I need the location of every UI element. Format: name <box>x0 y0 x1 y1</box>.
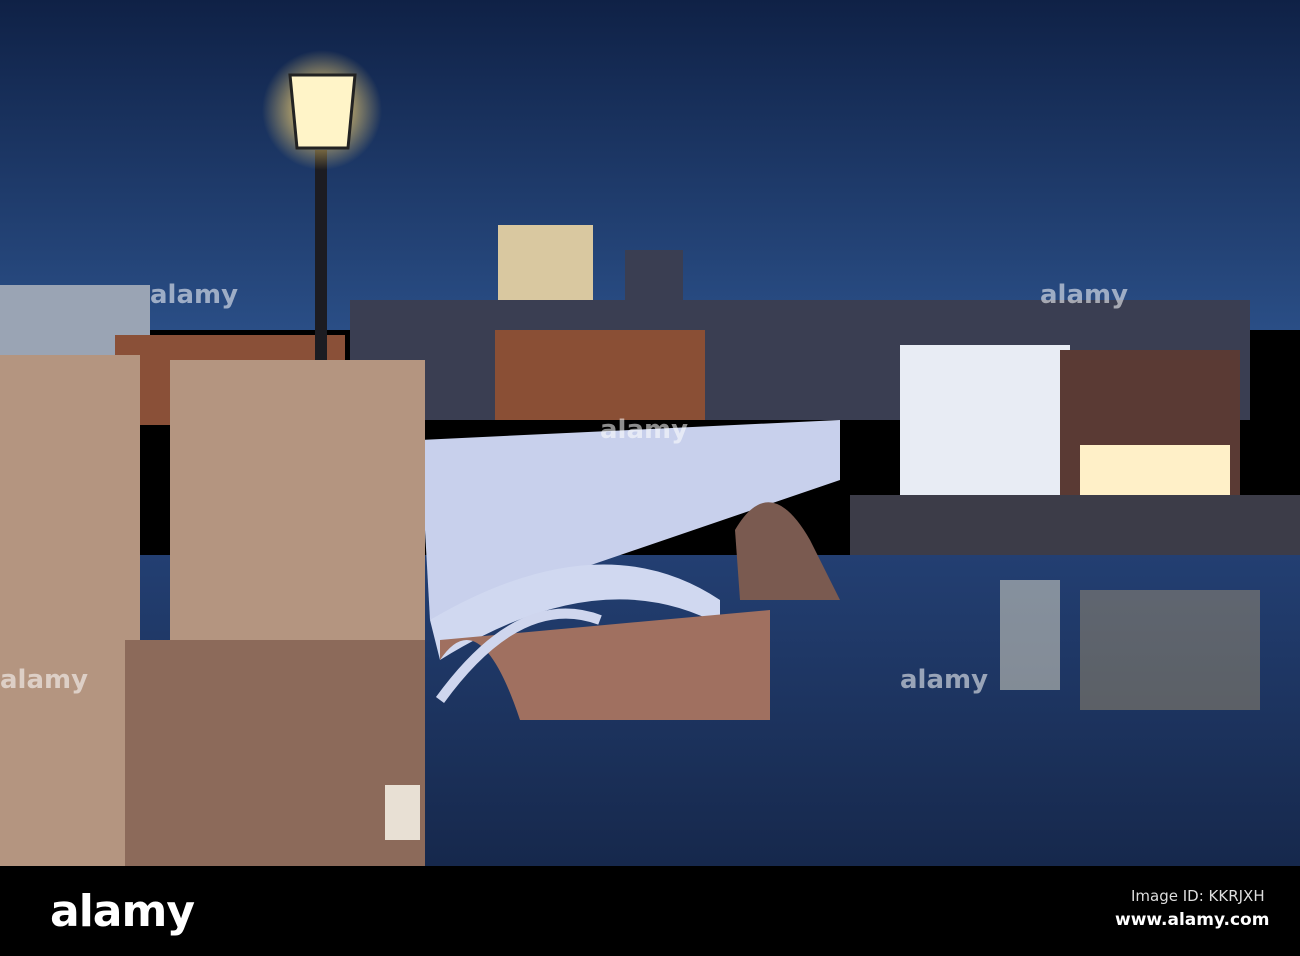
site-url: www.alamy.com <box>1115 910 1270 930</box>
image-id: Image ID: KKRJXH <box>1131 887 1265 905</box>
watermark: alamy <box>0 665 89 695</box>
watermark: alamy <box>150 280 239 310</box>
stone-pillars <box>0 355 425 866</box>
public-sign <box>385 785 420 840</box>
footer-bar: alamy Image ID: KKRJXH www.alamy.com <box>0 866 1300 956</box>
watermark: alamy <box>900 665 989 695</box>
alamy-logo: alamy <box>50 886 195 937</box>
watermark: alamy <box>600 415 689 445</box>
watermark: alamy <box>1040 280 1129 310</box>
photo: alamy alamy alamy alamy alamy <box>0 0 1300 866</box>
